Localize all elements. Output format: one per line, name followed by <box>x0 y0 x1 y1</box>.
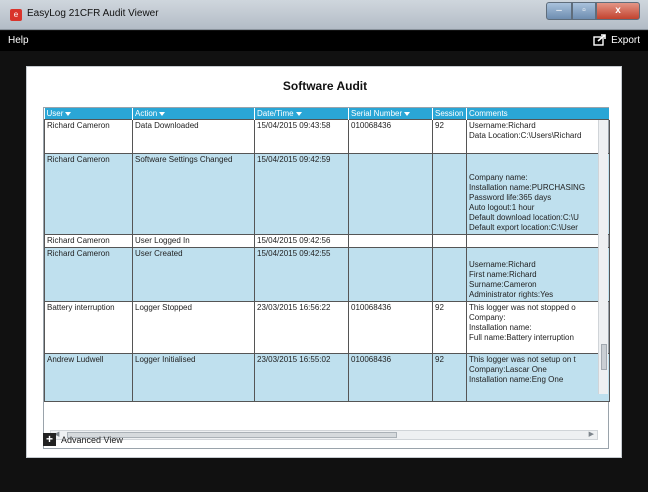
export-label: Export <box>611 34 640 46</box>
column-header-serial[interactable]: Serial Number <box>348 108 433 119</box>
table-row[interactable]: Richard Cameron Software Settings Change… <box>44 152 610 235</box>
table-row[interactable]: Richard Cameron User Created 15/04/2015 … <box>44 246 610 302</box>
column-header-action[interactable]: Action <box>132 108 255 119</box>
cell-datetime: 23/03/2015 16:56:22 <box>254 300 349 354</box>
cell-serial <box>348 246 433 302</box>
cell-action: User Created <box>132 246 255 302</box>
cell-user: Richard Cameron <box>44 246 133 302</box>
comment-line: Surname:Cameron <box>469 279 537 289</box>
cell-comments: Username:Richard Data Location:C:\Users\… <box>466 118 610 154</box>
column-header-session[interactable]: Session <box>432 108 467 119</box>
comment-line: Installation name:PURCHASING <box>469 182 586 192</box>
menu-bar: Help Export <box>0 31 648 51</box>
cell-comments: Username:Richard First name:Richard Surn… <box>466 246 610 302</box>
window-title: EasyLog 21CFR Audit Viewer <box>27 8 159 19</box>
cell-serial <box>348 152 433 235</box>
comment-line: Password life:365 days <box>469 192 552 202</box>
cell-user: Andrew Ludwell <box>44 352 133 402</box>
help-menu[interactable]: Help <box>8 35 29 46</box>
comment-line: Installation name:Eng One <box>469 374 564 384</box>
cell-user: Richard Cameron <box>44 152 133 235</box>
comment-line: Default download location:C:\U <box>469 212 579 222</box>
cell-session: 92 <box>432 352 467 402</box>
comment-line: Username:Richard <box>469 259 536 269</box>
cell-comments <box>466 233 610 248</box>
cell-user: Richard Cameron <box>44 118 133 154</box>
cell-comments: This logger was not stopped o Company: I… <box>466 300 610 354</box>
table-row[interactable]: Richard Cameron Data Downloaded 15/04/20… <box>44 118 610 154</box>
cell-session <box>432 246 467 302</box>
plus-icon[interactable]: + <box>43 433 56 446</box>
close-button[interactable]: x <box>596 2 640 20</box>
cell-action: Data Downloaded <box>132 118 255 154</box>
cell-comments: This logger was not setup on t Company:L… <box>466 352 610 402</box>
comment-line: This logger was not setup on t <box>469 354 576 364</box>
cell-comments: Company name: Installation name:PURCHASI… <box>466 152 610 235</box>
window-controls: – ▫ x <box>546 2 640 22</box>
cell-serial: 010068436 <box>348 352 433 402</box>
audit-panel: Software Audit User Action Date/Time Ser… <box>26 66 622 458</box>
cell-datetime: 15/04/2015 09:42:56 <box>254 233 349 248</box>
cell-session: 92 <box>432 300 467 354</box>
cell-serial: 010068436 <box>348 300 433 354</box>
audit-table: User Action Date/Time Serial Number Sess… <box>44 108 610 402</box>
comment-line: Auto logout:1 hour <box>469 202 535 212</box>
comment-line: Default export location:C:\User <box>469 222 578 232</box>
minimize-button[interactable]: – <box>546 2 572 20</box>
comment-line: Company name: <box>469 172 528 182</box>
vertical-scroll-thumb[interactable] <box>601 344 607 370</box>
cell-serial: 010068436 <box>348 118 433 154</box>
comment-line: Company: <box>469 312 506 322</box>
table-header-row: User Action Date/Time Serial Number Sess… <box>44 108 610 119</box>
cell-datetime: 15/04/2015 09:43:58 <box>254 118 349 154</box>
cell-user: Battery interruption <box>44 300 133 354</box>
cell-datetime: 23/03/2015 16:55:02 <box>254 352 349 402</box>
column-header-datetime[interactable]: Date/Time <box>254 108 349 119</box>
cell-action: Software Settings Changed <box>132 152 255 235</box>
page-title: Software Audit <box>282 79 368 93</box>
cell-session <box>432 233 467 248</box>
comment-line: Data Location:C:\Users\Richard <box>469 130 582 140</box>
cell-action: User Logged In <box>132 233 255 248</box>
advanced-view-toggle[interactable]: + Advanced View <box>43 433 123 446</box>
cell-datetime: 15/04/2015 09:42:59 <box>254 152 349 235</box>
table-row[interactable]: Andrew Ludwell Logger Initialised 23/03/… <box>44 352 610 402</box>
audit-grid: User Action Date/Time Serial Number Sess… <box>43 107 610 449</box>
column-header-user[interactable]: User <box>44 108 133 119</box>
table-row[interactable]: Battery interruption Logger Stopped 23/0… <box>44 300 610 354</box>
filter-icon[interactable] <box>295 111 302 116</box>
comment-line: Company:Lascar One <box>469 364 547 374</box>
comment-line: Username:Richard <box>469 120 536 130</box>
horizontal-scrollbar[interactable]: ◀ ▶ <box>50 430 598 440</box>
maximize-button[interactable]: ▫ <box>572 2 596 20</box>
comment-line: Administrator rights:Yes <box>469 289 554 299</box>
table-row[interactable]: Richard Cameron User Logged In 15/04/201… <box>44 233 610 248</box>
cell-session: 92 <box>432 118 467 154</box>
comment-line: First name:Richard <box>469 269 537 279</box>
cell-action: Logger Initialised <box>132 352 255 402</box>
filter-icon[interactable] <box>159 111 166 116</box>
filter-icon[interactable] <box>65 111 72 116</box>
cell-user: Richard Cameron <box>44 233 133 248</box>
advanced-view-label: Advanced View <box>61 434 123 445</box>
export-icon <box>593 34 606 46</box>
vertical-scrollbar[interactable] <box>598 120 608 394</box>
comment-line: Installation name: <box>469 322 532 332</box>
comment-line: This logger was not stopped o <box>469 302 576 312</box>
comment-line: Full name:Battery interruption <box>469 332 574 342</box>
column-header-comments[interactable]: Comments <box>466 108 610 119</box>
title-bar: e EasyLog 21CFR Audit Viewer – ▫ x <box>0 0 648 30</box>
filter-icon[interactable] <box>404 111 411 116</box>
scroll-right-arrow-icon[interactable]: ▶ <box>589 430 594 438</box>
cell-session <box>432 152 467 235</box>
export-button[interactable]: Export <box>593 34 640 46</box>
cell-action: Logger Stopped <box>132 300 255 354</box>
cell-serial <box>348 233 433 248</box>
cell-datetime: 15/04/2015 09:42:55 <box>254 246 349 302</box>
app-icon: e <box>10 9 22 21</box>
